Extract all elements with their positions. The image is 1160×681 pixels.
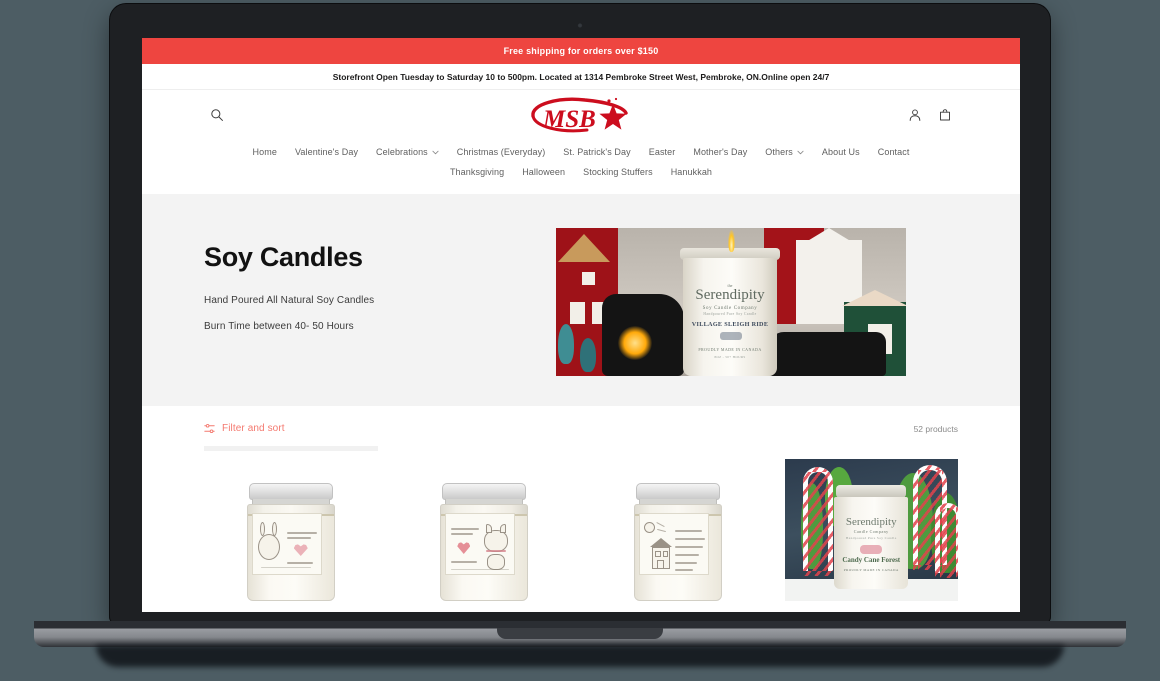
chevron-down-icon [797,150,804,154]
store-info-bar: Storefront Open Tuesday to Saturday 10 t… [142,64,1020,90]
nav-label: Easter [648,147,676,157]
filter-sliders-icon [204,423,215,434]
candle-jar-bunny [243,483,339,601]
candy-cane [934,503,958,573]
nav-label: Valentine's Day [294,147,359,157]
product-origin-label: PROUDLY MADE IN CANADA [843,568,899,572]
nav-item-others[interactable]: Others [756,142,813,162]
hero-window-left-1 [580,270,597,287]
nav-item-mothers-day[interactable]: Mother's Day [684,142,756,162]
collection-toolbar: Filter and sort 52 products [142,406,1020,434]
hero-description-line-1: Hand Poured All Natural Soy Candles [204,295,375,306]
hero-green-house-roof [842,290,906,306]
hero-mini-tree-1 [558,324,574,364]
nav-label: Halloween [522,167,566,177]
nav-row-primary: Home Valentine's Day Celebrations Christ… [142,142,1020,162]
nav-label: Home [252,147,277,157]
laptop-screen-bezel: Free shipping for orders over $150 Store… [110,4,1050,623]
hero-candle-brand-sub: Soy Candle Company [702,306,758,311]
hero-image: the Serendipity Soy Candle Company Handp… [556,228,906,376]
site-logo[interactable]: MSB [525,94,637,136]
filter-and-sort-label: Filter and sort [222,423,285,434]
nav-item-easter[interactable]: Easter [640,142,685,162]
laptop-base-notch [497,628,663,639]
product-brand-sub2: Handpoured Pure Soy Candle [845,536,897,540]
nav-label: Others [765,147,793,157]
product-card[interactable]: Serendipity Candle Company Handpoured Pu… [784,459,958,601]
nav-label: Stocking Stuffers [583,167,653,177]
announcement-bar: Free shipping for orders over $150 [142,38,1020,64]
nav-item-home[interactable]: Home [244,142,286,162]
hero-candle-brand-sub2: Handpoured Pure Soy Candle [703,312,757,316]
hero-lantern-glow [618,326,652,360]
nav-item-christmas-everyday[interactable]: Christmas (Everyday) [448,142,555,162]
hero-candle-burn: 8OZ - 50+ HOURS [714,355,746,359]
nav-label: About Us [821,147,860,157]
webcam-icon [577,23,583,28]
nav-item-contact[interactable]: Contact [869,142,919,162]
browser-viewport: Free shipping for orders over $150 Store… [142,38,1020,612]
nav-item-stocking-stuffers[interactable]: Stocking Stuffers [574,162,662,182]
page-title: Soy Candles [204,242,363,272]
product-brand-sub: Candle Company [853,529,889,534]
nav-label: Celebrations [376,147,428,157]
hero-candle-scent: VILLAGE SLEIGH RIDE [691,321,769,328]
nav-label: St. Patrick's Day [563,147,631,157]
candle-jar-candy-cane-forest: Serendipity Candle Company Handpoured Pu… [834,485,909,589]
search-icon[interactable] [204,102,230,128]
nav-item-thanksgiving[interactable]: Thanksgiving [441,162,513,182]
candle-jar-cat [436,483,532,601]
product-scent-label: Candy Cane Forest [842,556,901,564]
hero-candle-flame [728,230,735,252]
header-actions [902,102,958,128]
nav-item-valentines-day[interactable]: Valentine's Day [286,142,367,162]
laptop-device-mockup: Free shipping for orders over $150 Store… [0,0,1160,681]
product-image: Serendipity Candle Company Handpoured Pu… [784,459,958,601]
nav-item-about-us[interactable]: About Us [813,142,869,162]
product-brand-label: Serendipity [845,516,897,528]
hero-mini-tree-2 [580,338,596,372]
hero-text-block: Soy Candles Hand Poured All Natural Soy … [204,228,504,347]
hero-house-roof-left [558,234,610,262]
filter-and-sort-button[interactable]: Filter and sort [204,423,285,434]
nav-label: Christmas (Everyday) [456,147,546,157]
laptop-base [34,621,1126,647]
product-image [204,459,378,601]
candle-jar-house [630,483,726,601]
product-image [397,459,571,601]
hero-candle-origin: PROUDLY MADE IN CANADA [698,347,762,352]
hero-description-line-2: Burn Time between 40- 50 Hours [204,321,354,332]
store-info-text: Storefront Open Tuesday to Saturday 10 t… [332,71,830,82]
product-count: 52 products [913,423,958,434]
hero-black-sleigh [768,332,886,376]
nav-row-secondary: Thanksgiving Halloween Stocking Stuffers… [142,162,1020,182]
chevron-down-icon [432,150,439,154]
product-card[interactable]: You Make My Heart Happy Bunny Soy Candle [204,459,378,601]
primary-navigation: Home Valentine's Day Celebrations Christ… [142,140,1020,194]
hero-candle-jar: the Serendipity Soy Candle Company Handp… [680,230,780,376]
account-person-icon[interactable] [902,102,928,128]
product-image [591,459,765,601]
product-card[interactable]: May Sunshine And Pet Fur Decorate Your H… [591,459,765,601]
laptop-foot-shadow [96,645,1064,667]
svg-text:MSB: MSB [542,106,596,133]
nav-item-halloween[interactable]: Halloween [513,162,574,182]
product-grid: You Make My Heart Happy Bunny Soy Candle [142,451,1020,601]
nav-label: Thanksgiving [449,167,505,177]
announcement-text: Free shipping for orders over $150 [503,46,659,56]
candy-cane [802,467,833,571]
product-card[interactable]: You Make My Heart Happy Cat Soy Candle [397,459,571,601]
nav-item-celebrations[interactable]: Celebrations [367,142,448,162]
collection-hero: Soy Candles Hand Poured All Natural Soy … [142,194,1020,406]
hero-window-left-2 [570,302,585,324]
site-header: MSB [142,90,1020,140]
shopping-bag-icon[interactable] [932,102,958,128]
nav-item-st-patricks-day[interactable]: St. Patrick's Day [554,142,639,162]
hero-white-house-roof [796,228,862,248]
nav-label: Contact [877,147,910,157]
nav-label: Mother's Day [693,147,748,157]
nav-item-hanukkah[interactable]: Hanukkah [662,162,721,182]
nav-label: Hanukkah [670,167,713,177]
hero-candle-brand: Serendipity [695,287,765,303]
